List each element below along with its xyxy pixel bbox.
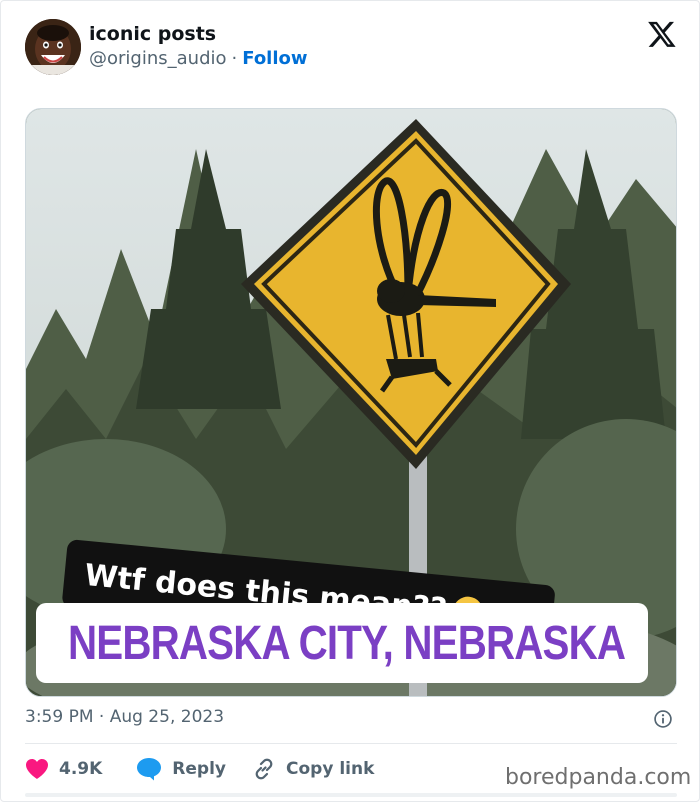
- link-icon: [255, 758, 273, 780]
- avatar-image: [25, 19, 81, 75]
- tweet-embed-card: iconic posts @origins_audio · Follow Wtf…: [0, 0, 700, 802]
- handle-row: @origins_audio · Follow: [89, 48, 308, 69]
- copy-link-button[interactable]: Copy link: [252, 757, 374, 781]
- divider: [25, 743, 677, 744]
- tweet-image[interactable]: Wtf does this mean?? NEBRASKA CITY, NEBR…: [25, 108, 677, 697]
- x-logo-icon[interactable]: [647, 19, 677, 49]
- location-sticker: NEBRASKA CITY, NEBRASKA: [36, 603, 648, 683]
- like-button[interactable]: 4.9K: [25, 758, 102, 780]
- location-text: NEBRASKA CITY, NEBRASKA: [68, 616, 626, 670]
- reply-button[interactable]: Reply: [136, 757, 226, 781]
- read-more-bar: [25, 793, 677, 797]
- reply-label: Reply: [172, 759, 226, 779]
- avatar[interactable]: [25, 19, 81, 75]
- copy-link-label: Copy link: [286, 759, 375, 779]
- boredpanda-watermark: boredpanda.com: [505, 765, 692, 790]
- tweet-timestamp[interactable]: 3:59 PM · Aug 25, 2023: [25, 707, 224, 727]
- tweet-actions: 4.9K Reply Copy link: [25, 754, 374, 784]
- separator-dot: ·: [231, 48, 238, 69]
- speech-bubble-icon: [137, 758, 162, 781]
- follow-button[interactable]: Follow: [242, 48, 307, 69]
- heart-icon: [26, 759, 48, 779]
- user-handle[interactable]: @origins_audio: [89, 48, 227, 69]
- like-count: 4.9K: [59, 759, 103, 779]
- info-icon[interactable]: [653, 709, 673, 729]
- display-name[interactable]: iconic posts: [89, 23, 216, 45]
